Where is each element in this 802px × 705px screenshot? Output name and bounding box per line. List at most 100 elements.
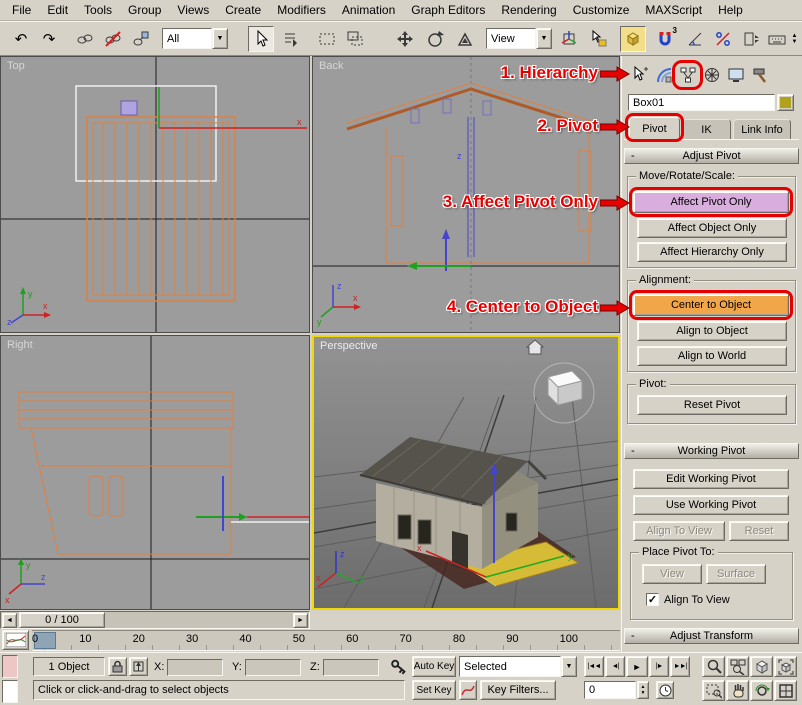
use-pivot-point-center-button[interactable] — [556, 26, 582, 52]
current-frame-spinner[interactable]: ▲ ▼ — [637, 681, 649, 699]
menu-group[interactable]: Group — [120, 1, 169, 19]
select-and-scale-button[interactable] — [452, 26, 478, 52]
tab-modify[interactable] — [652, 62, 676, 88]
open-mini-curve-editor-button[interactable] — [2, 630, 29, 650]
x-coordinate-field[interactable] — [167, 659, 223, 676]
play-animation-button[interactable]: ► — [626, 656, 648, 677]
tab-create[interactable] — [628, 62, 652, 88]
menu-modifiers[interactable]: Modifiers — [269, 1, 334, 19]
menu-edit[interactable]: Edit — [39, 1, 76, 19]
place-pivot-view-button[interactable]: View — [642, 564, 702, 584]
spinner-snap-toggle-button[interactable] — [738, 26, 764, 52]
affect-pivot-only-button[interactable]: Affect Pivot Only — [633, 191, 789, 213]
menu-customize[interactable]: Customize — [565, 1, 638, 19]
tab-utilities[interactable] — [748, 62, 772, 88]
orbit-view-button[interactable] — [750, 680, 773, 701]
maximize-viewport-toggle-button[interactable] — [774, 680, 797, 701]
tab-motion[interactable] — [700, 62, 724, 88]
zoom-region-button[interactable] — [702, 680, 725, 701]
menu-file[interactable]: File — [4, 1, 39, 19]
absolute-offset-mode-toggle[interactable] — [129, 657, 148, 676]
menu-maxscript[interactable]: MAXScript — [637, 1, 710, 19]
select-and-move-button[interactable] — [392, 26, 418, 52]
menu-create[interactable]: Create — [217, 1, 269, 19]
select-and-link-button[interactable] — [72, 26, 98, 52]
z-coordinate-field[interactable] — [323, 659, 379, 676]
y-coordinate-field[interactable] — [245, 659, 301, 676]
viewport-perspective-label[interactable]: Perspective — [320, 340, 377, 352]
time-configuration-button[interactable] — [656, 681, 674, 699]
viewport-right-label[interactable]: Right — [7, 339, 33, 351]
menu-views[interactable]: Views — [169, 1, 217, 19]
menu-graph-editors[interactable]: Graph Editors — [403, 1, 493, 19]
tab-display[interactable] — [724, 62, 748, 88]
rollout-adjust-transform[interactable]: - Adjust Transform — [624, 628, 799, 644]
tab-ik[interactable]: IK — [682, 119, 731, 140]
bind-to-space-warp-button[interactable] — [128, 26, 154, 52]
auto-key-button[interactable]: Auto Key — [412, 656, 456, 677]
object-name-field[interactable]: Box01 — [628, 94, 775, 111]
menu-animation[interactable]: Animation — [334, 1, 403, 19]
new-key-default-in-out-tangents-button[interactable] — [459, 680, 477, 700]
set-keys-button[interactable] — [388, 656, 410, 678]
maxscript-mini-listener-macro[interactable] — [2, 655, 18, 678]
viewport-back-label[interactable]: Back — [319, 60, 343, 72]
zoom-extents-button[interactable] — [750, 656, 773, 677]
rectangular-selection-region-button[interactable] — [314, 26, 340, 52]
track-bar[interactable]: 010 2030 4050 6070 8090 100 — [32, 630, 620, 651]
place-pivot-surface-button[interactable]: Surface — [706, 564, 766, 584]
select-by-name-button[interactable] — [278, 26, 304, 52]
next-frame-button[interactable]: |► — [649, 656, 669, 677]
tab-link-info[interactable]: Link Info — [733, 119, 791, 140]
go-to-end-button[interactable]: ►►| — [670, 656, 690, 677]
snap-toggle-3d-button[interactable]: 3 — [652, 26, 678, 52]
zoom-all-button[interactable] — [726, 656, 749, 677]
selection-filter-dropdown[interactable]: All ▼ — [162, 28, 228, 49]
redo-button[interactable]: ↷ — [36, 26, 62, 52]
viewport-top[interactable]: Top x y — [0, 56, 310, 333]
rollout-working-pivot[interactable]: - Working Pivot — [624, 443, 799, 459]
tab-pivot[interactable]: Pivot — [629, 117, 680, 140]
edit-working-pivot-button[interactable]: Edit Working Pivot — [633, 469, 789, 489]
viewport-perspective[interactable]: Perspective — [312, 335, 620, 610]
reference-coordinate-dropdown[interactable]: View ▼ — [486, 28, 552, 49]
toolbar-scroll-spinner[interactable]: ▲ ▼ — [789, 28, 800, 50]
current-frame-field[interactable]: 0 — [584, 681, 636, 699]
tab-hierarchy[interactable] — [676, 62, 700, 88]
time-slider-prev-button[interactable]: ◄ — [2, 613, 17, 628]
select-and-manipulate-button[interactable] — [586, 26, 612, 52]
menu-rendering[interactable]: Rendering — [493, 1, 564, 19]
keyboard-shortcut-override-button[interactable] — [764, 26, 790, 52]
time-slider-button[interactable]: 0 / 100 — [19, 612, 105, 628]
reset-pivot-button[interactable]: Reset Pivot — [637, 395, 787, 415]
select-and-rotate-button[interactable] — [422, 26, 448, 52]
set-key-button[interactable]: Set Key — [412, 680, 456, 700]
undo-button[interactable]: ↶ — [8, 26, 34, 52]
key-filters-button[interactable]: Key Filters... — [480, 680, 556, 700]
previous-frame-button[interactable]: ◄| — [605, 656, 625, 677]
affect-object-only-button[interactable]: Affect Object Only — [637, 218, 787, 238]
align-to-view-button[interactable]: Align To View — [633, 521, 725, 541]
window-crossing-toggle-button[interactable] — [342, 26, 368, 52]
menu-help[interactable]: Help — [710, 1, 751, 19]
affect-hierarchy-only-button[interactable]: Affect Hierarchy Only — [637, 242, 787, 262]
align-to-view-checkbox[interactable]: ✓ — [646, 593, 659, 606]
time-slider-next-button[interactable]: ► — [293, 613, 308, 628]
align-to-world-button[interactable]: Align to World — [637, 346, 787, 366]
menu-tools[interactable]: Tools — [76, 1, 120, 19]
viewport-right[interactable]: Right y — [0, 335, 310, 610]
percent-snap-toggle-button[interactable] — [710, 26, 736, 52]
select-object-button[interactable] — [248, 26, 274, 52]
center-to-object-button[interactable]: Center to Object — [633, 294, 789, 316]
align-to-object-button[interactable]: Align to Object — [637, 321, 787, 341]
snaps-toggle-cube-button[interactable] — [620, 26, 646, 52]
pan-view-button[interactable] — [726, 680, 749, 701]
key-mode-dropdown[interactable]: Selected ▼ — [459, 656, 577, 677]
maxscript-mini-listener[interactable] — [2, 680, 18, 703]
go-to-start-button[interactable]: |◄◄ — [584, 656, 604, 677]
viewport-top-label[interactable]: Top — [7, 60, 25, 72]
selection-lock-toggle[interactable] — [108, 657, 127, 676]
zoom-extents-all-button[interactable] — [774, 656, 797, 677]
use-working-pivot-button[interactable]: Use Working Pivot — [633, 495, 789, 515]
unlink-selection-button[interactable] — [100, 26, 126, 52]
